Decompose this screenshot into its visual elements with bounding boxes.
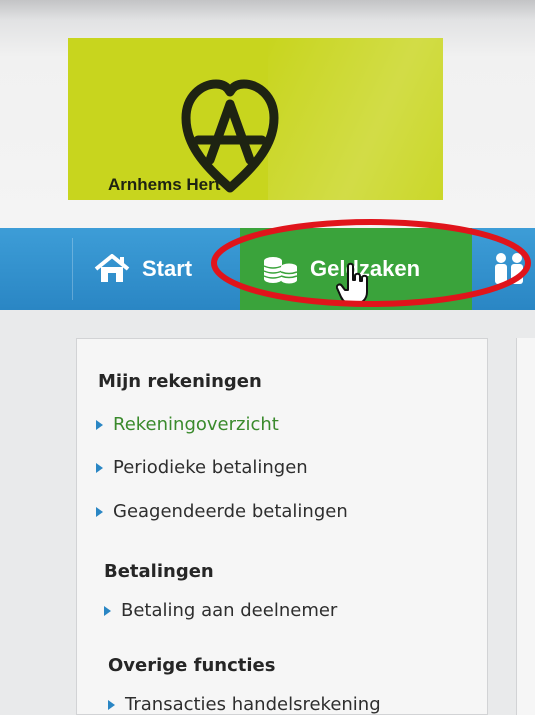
- main-navbar: Start Geldzaken: [0, 228, 535, 310]
- menu-item-periodieke-betalingen[interactable]: Periodieke betalingen: [96, 457, 308, 478]
- nav-separator: [72, 238, 73, 300]
- bullet-arrow-icon: [104, 605, 111, 616]
- menu-item-label: Rekeningoverzicht: [113, 414, 279, 435]
- menu-heading-overige-functies: Overige functies: [108, 655, 276, 676]
- bullet-arrow-icon: [96, 462, 103, 473]
- photo-shadow: [0, 0, 535, 20]
- brand-logo[interactable]: Arnhems Hert: [68, 38, 443, 200]
- menu-heading-betalingen: Betalingen: [104, 561, 214, 582]
- home-icon: [94, 254, 130, 282]
- main-panel-edge: [516, 338, 535, 715]
- nav-label-start: Start: [142, 256, 193, 281]
- menu-item-betaling-aan-deelnemer[interactable]: Betaling aan deelnemer: [104, 600, 337, 621]
- menu-item-rekeningoverzicht[interactable]: Rekeningoverzicht: [96, 414, 279, 435]
- hand-cursor-icon: [336, 262, 368, 305]
- people-icon: [495, 253, 523, 284]
- menu-item-label: Geagendeerde betalingen: [113, 501, 348, 522]
- menu-heading-mijn-rekeningen: Mijn rekeningen: [98, 371, 262, 392]
- bullet-arrow-icon: [96, 419, 103, 430]
- menu-item-label: Transacties handelsrekening: [125, 694, 381, 715]
- bullet-arrow-icon: [108, 699, 115, 710]
- brand-name: Arnhems Hert: [108, 175, 221, 194]
- logo-shade: [268, 38, 443, 200]
- menu-item-label: Periodieke betalingen: [113, 457, 308, 478]
- bullet-arrow-icon: [96, 506, 103, 517]
- menu-item-label: Betaling aan deelnemer: [121, 600, 338, 621]
- menu-item-geagendeerde-betalingen[interactable]: Geagendeerde betalingen: [96, 501, 348, 522]
- nav-item-next[interactable]: [486, 228, 535, 310]
- coins-icon: [263, 257, 298, 284]
- menu-item-transacties-handelsrekening[interactable]: Transacties handelsrekening: [108, 694, 381, 715]
- nav-item-start[interactable]: Start: [72, 228, 212, 310]
